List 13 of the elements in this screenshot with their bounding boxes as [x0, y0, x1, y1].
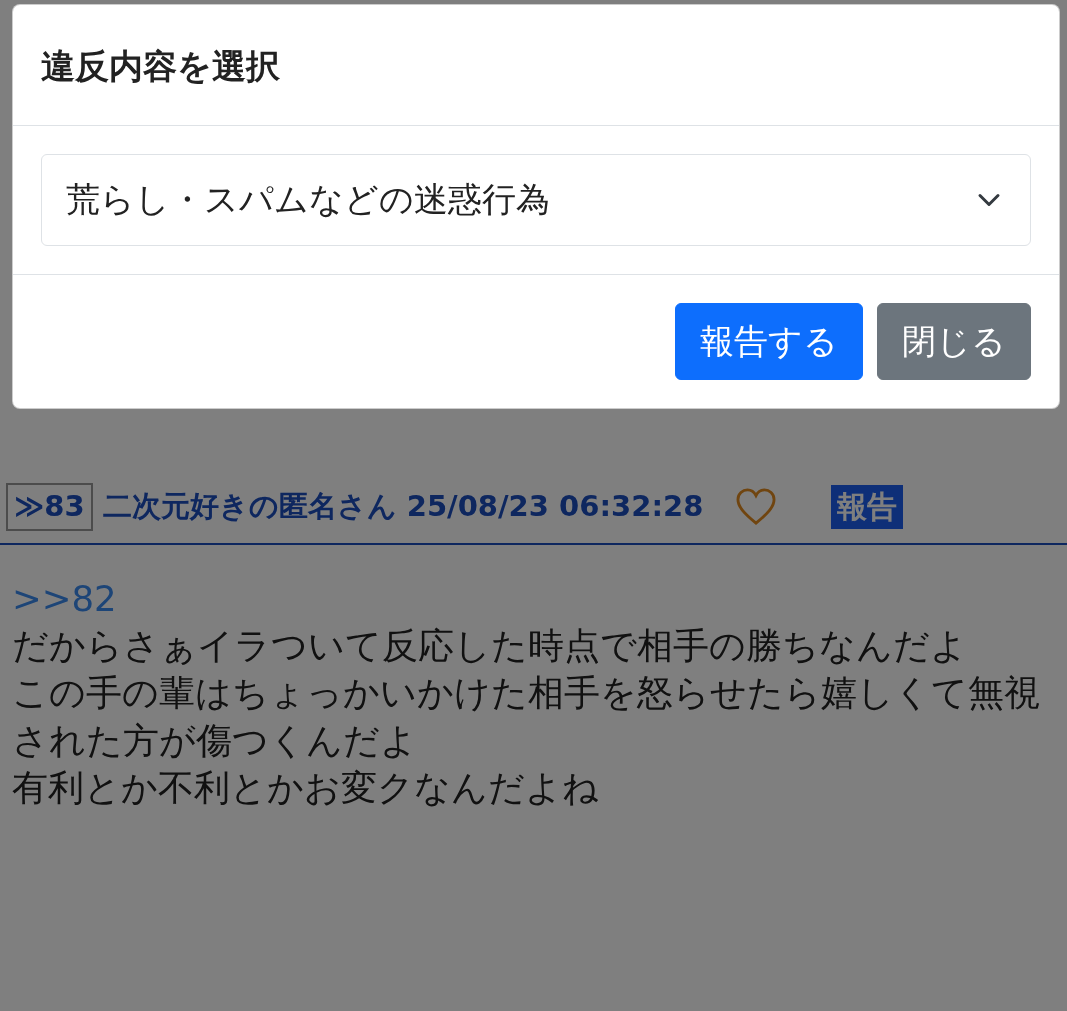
post-author: 二次元好きの匿名さん: [102, 488, 397, 526]
post-text: だからさぁイラついて反応した時点で相手の勝ちなんだよ: [12, 624, 968, 669]
reply-link[interactable]: >>82: [12, 574, 1055, 623]
post-text: 有利とか不利とかお変クなんだよね: [12, 765, 600, 810]
post-number[interactable]: ≫83: [6, 483, 93, 531]
post-timestamp: 25/08/23 06:32:28: [406, 488, 704, 526]
dialog-title: 違反内容を選択: [41, 45, 281, 88]
close-button[interactable]: 閉じる: [877, 302, 1031, 381]
heart-icon[interactable]: [735, 487, 778, 526]
violation-select[interactable]: 荒らし・スパムなどの迷惑行為: [41, 153, 1031, 246]
report-button[interactable]: 報告: [831, 484, 904, 529]
submit-button[interactable]: 報告する: [675, 302, 863, 381]
post-text: この手の輩はちょっかいかけた相手を怒らせたら嬉しくて無視された方が傷つくんだよ: [12, 671, 1041, 763]
